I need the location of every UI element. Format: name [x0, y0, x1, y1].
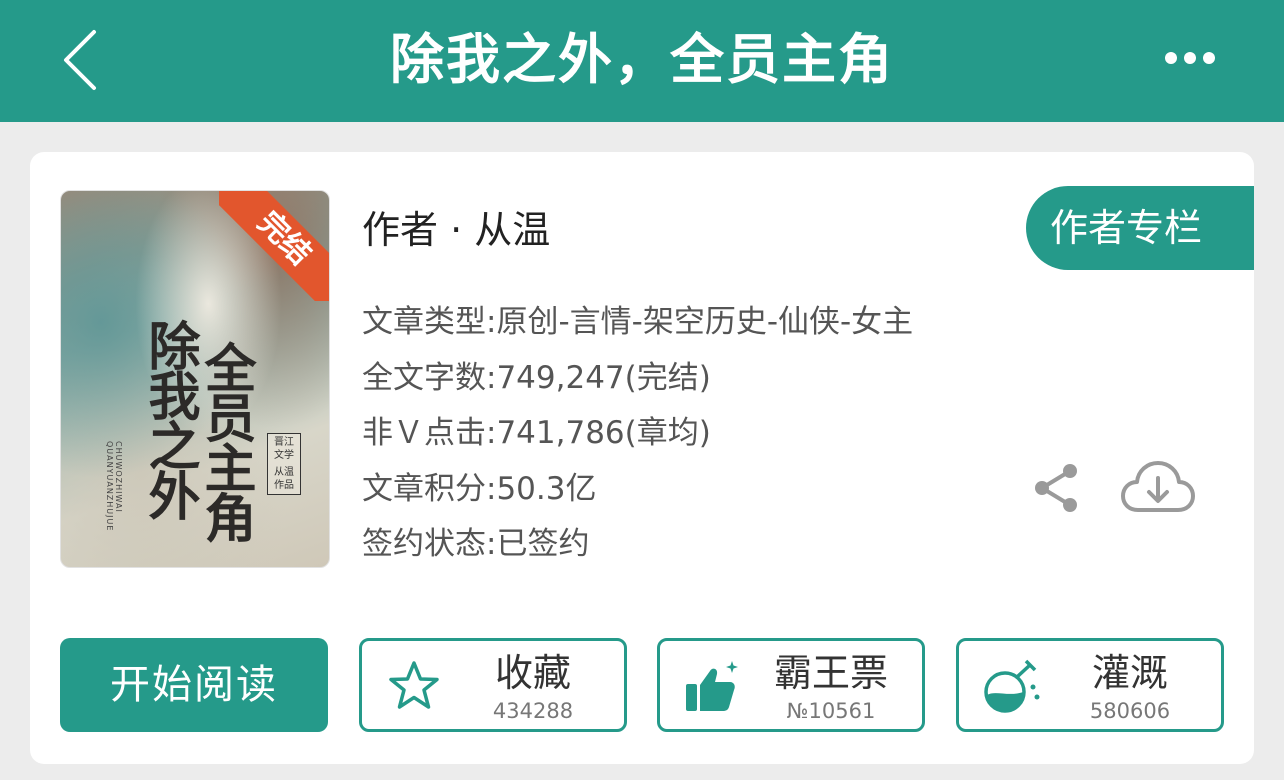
overlord-ticket-count: №10561: [786, 699, 876, 723]
flask-icon: [984, 659, 1040, 713]
nourish-count: 580606: [1089, 699, 1171, 723]
info-score: 文章积分:50.3亿: [362, 470, 597, 507]
book-info-list: 文章类型:原创-言情-架空历史-仙侠-女主 全文字数:749,247(完结) 非…: [362, 300, 913, 578]
chevron-left-icon: [64, 30, 96, 90]
completed-badge: 完结: [219, 191, 329, 301]
nourish-button[interactable]: 灌溉 580606: [956, 638, 1224, 732]
cover-stamp: 晋江文学 从温作品: [267, 433, 301, 495]
nourish-label: 灌溉: [1091, 651, 1168, 695]
download-button[interactable]: [1118, 452, 1198, 522]
more-button[interactable]: [1150, 36, 1230, 80]
favorite-label: 收藏: [494, 651, 571, 695]
start-reading-button[interactable]: 开始阅读: [60, 638, 328, 732]
favorite-count: 434288: [492, 699, 574, 723]
more-dots-icon: [1165, 52, 1215, 64]
cover-title-line2: 全员主角: [195, 341, 256, 541]
cover-pinyin: CHUWOZHIWAI QUANYUANZHUJUE: [105, 441, 123, 532]
info-sign-status: 签约状态:已签约: [362, 526, 590, 562]
share-icon: [1035, 464, 1077, 512]
back-button[interactable]: [40, 20, 120, 100]
overlord-ticket-button[interactable]: 霸王票 №10561: [657, 638, 925, 732]
favorite-button[interactable]: 收藏 434288: [359, 638, 627, 732]
cover-author-stamp: 从温作品: [274, 467, 294, 491]
cover-publisher-stamp: 晋江文学: [274, 437, 294, 461]
info-word-count: 全文字数:749,247(完结): [362, 359, 711, 396]
star-icon: [389, 661, 439, 709]
book-info-card: CHUWOZHIWAI QUANYUANZHUJUE 除我之外 全员主角 晋江文…: [30, 152, 1254, 764]
author-name[interactable]: 作者 · 从温: [362, 204, 550, 256]
author-column-button[interactable]: 作者专栏: [1026, 186, 1254, 270]
book-cover[interactable]: CHUWOZHIWAI QUANYUANZHUJUE 除我之外 全员主角 晋江文…: [60, 190, 330, 568]
share-button[interactable]: [1028, 458, 1084, 518]
info-genre: 文章类型:原创-言情-架空历史-仙侠-女主: [362, 304, 914, 340]
cloud-download-icon: [1121, 461, 1195, 512]
page-title: 除我之外，全员主角: [390, 28, 894, 91]
overlord-ticket-label: 霸王票: [773, 651, 888, 695]
thumbs-up-icon: [686, 661, 738, 711]
top-nav-bar: 除我之外，全员主角: [0, 0, 1284, 122]
completed-ribbon: 完结: [219, 191, 329, 301]
info-clicks: 非Ｖ点击:741,786(章均): [362, 415, 711, 451]
cover-title-line1: 除我之外: [139, 319, 200, 519]
